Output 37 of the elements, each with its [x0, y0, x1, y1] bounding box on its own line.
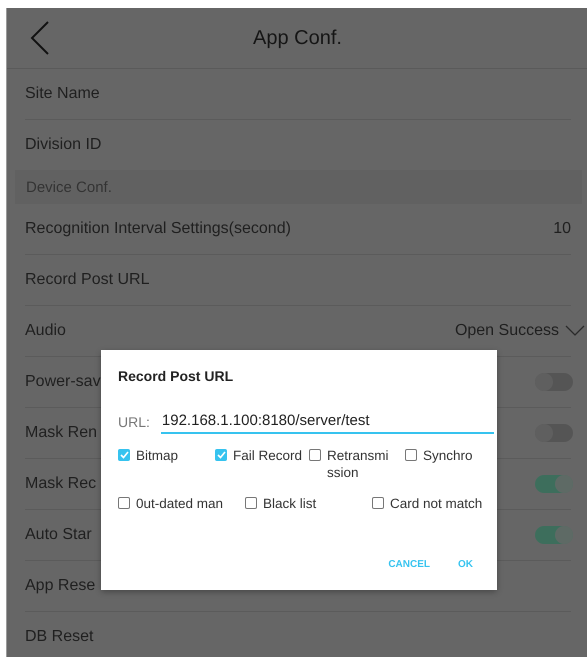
chevron-down-icon[interactable]	[565, 325, 585, 337]
toggle-switch[interactable]	[535, 475, 573, 493]
screen-title: App Conf.	[253, 26, 342, 50]
setting-label[interactable]: DB Reset	[25, 628, 94, 646]
setting-label[interactable]: Site Name	[25, 85, 100, 103]
url-input-field[interactable]: 192.168.1.100:8180/server/test	[160, 412, 494, 434]
setting-label: Audio	[25, 322, 66, 340]
setting-label: Recognition Interval Settings(second)	[25, 220, 291, 238]
setting-label: Mask Ren	[25, 424, 98, 442]
cancel-button[interactable]: CANCEL	[384, 555, 434, 574]
checkbox[interactable]	[245, 497, 257, 509]
setting-label: Power-sav	[25, 373, 101, 391]
checkbox-label: Black list	[263, 495, 316, 512]
setting-label: Mask Rec	[25, 475, 96, 493]
url-label: URL:	[118, 414, 150, 432]
setting-label: Auto Star	[25, 526, 92, 544]
checkbox-label: 0ut-dated man	[136, 495, 224, 512]
toggle-switch[interactable]	[535, 526, 573, 544]
back-chevron-icon[interactable]	[29, 20, 51, 56]
checkbox-label: Synchro	[423, 447, 473, 464]
checkbox-label: Bitmap	[136, 447, 178, 464]
ok-button[interactable]: OK	[454, 555, 477, 574]
dialog-title: Record Post URL	[118, 368, 234, 384]
setting-value: 10	[553, 220, 571, 238]
dropdown-value[interactable]: Open Success	[454, 322, 559, 340]
checkbox[interactable]	[118, 449, 130, 461]
checkbox[interactable]	[372, 497, 384, 509]
checkbox-label: Fail Record	[233, 447, 302, 464]
setting-label[interactable]: App Rese	[25, 577, 96, 595]
checkbox-label: Retransmission	[327, 447, 389, 481]
setting-label[interactable]: Division ID	[25, 136, 102, 154]
checkbox[interactable]	[118, 497, 130, 509]
setting-label[interactable]: Record Post URL	[25, 271, 150, 289]
checkbox[interactable]	[309, 449, 321, 461]
checkbox[interactable]	[215, 449, 227, 461]
checkbox-label: Card not match	[390, 495, 482, 512]
checkbox[interactable]	[405, 449, 417, 461]
